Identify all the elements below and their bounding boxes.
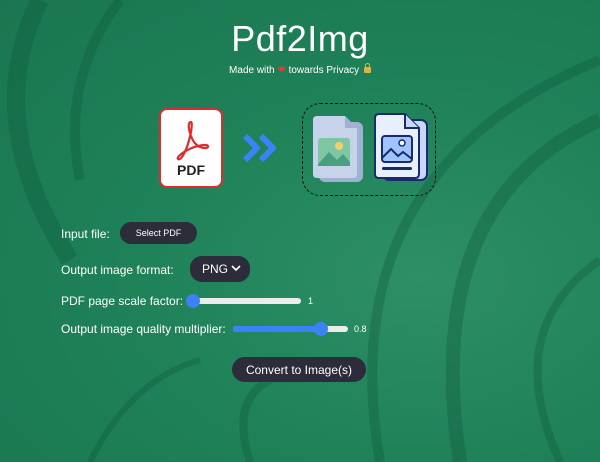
app-subtitle: Made with ❤ towards Privacy	[0, 63, 600, 76]
app-title: Pdf2Img	[231, 18, 369, 59]
select-pdf-button[interactable]: Select PDF	[120, 222, 197, 244]
chevron-down-icon	[231, 265, 241, 272]
acrobat-logo-icon	[176, 120, 210, 161]
subtitle-prefix: Made with	[229, 65, 275, 76]
double-chevron-right-icon	[243, 133, 276, 163]
output-format-value: PNG	[202, 262, 229, 276]
quality-multiplier-value: 0.8	[354, 324, 367, 334]
scale-factor-value: 1	[308, 296, 314, 306]
quality-slider-thumb[interactable]	[313, 322, 328, 336]
scale-factor-label: PDF page scale factor:	[61, 294, 184, 308]
output-format-select[interactable]: PNG	[190, 256, 250, 282]
convert-button[interactable]: Convert to Image(s)	[232, 357, 366, 382]
subtitle-suffix: towards Privacy	[288, 65, 360, 76]
quality-multiplier-slider[interactable]	[233, 322, 348, 336]
pdf-badge: PDF	[177, 162, 205, 178]
output-format-label: Output image format:	[61, 263, 174, 277]
scale-slider-thumb[interactable]	[186, 294, 200, 308]
image-file-icon	[313, 116, 363, 182]
input-file-label: Input file:	[61, 227, 110, 241]
image-files-stack-icon	[374, 113, 428, 181]
lock-icon	[363, 63, 371, 73]
quality-slider-fill	[233, 326, 321, 332]
pdf-file-icon: PDF	[159, 108, 223, 188]
output-images-illustration	[302, 103, 436, 196]
heart-icon: ❤	[277, 65, 286, 76]
quality-multiplier-label: Output image quality multiplier:	[61, 322, 226, 336]
scale-factor-slider[interactable]	[186, 294, 301, 308]
